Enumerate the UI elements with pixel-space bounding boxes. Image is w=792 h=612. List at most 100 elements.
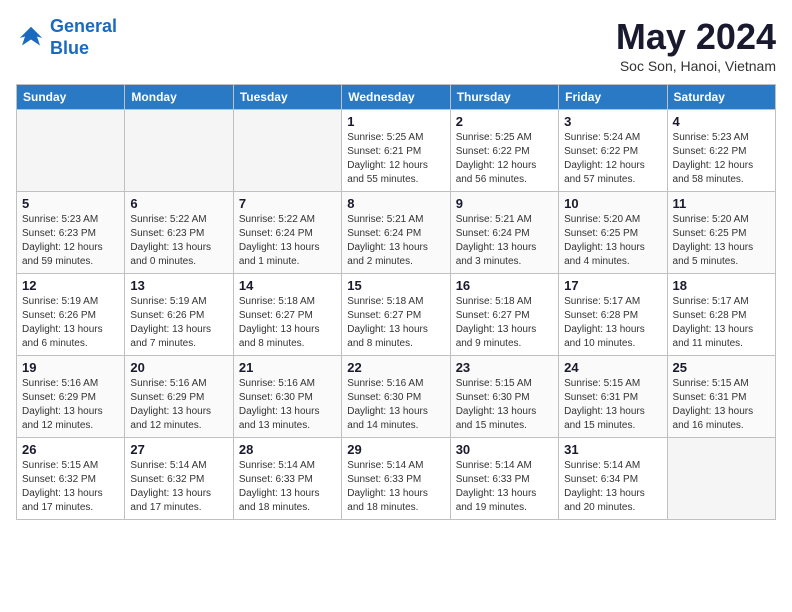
- day-info: Sunrise: 5:18 AMSunset: 6:27 PMDaylight:…: [239, 295, 336, 351]
- day-cell: [17, 110, 125, 192]
- day-cell: [233, 110, 341, 192]
- day-info: Sunrise: 5:14 AMSunset: 6:33 PMDaylight:…: [239, 459, 336, 515]
- day-cell: 15Sunrise: 5:18 AMSunset: 6:27 PMDayligh…: [342, 274, 450, 356]
- day-info: Sunrise: 5:23 AMSunset: 6:22 PMDaylight:…: [673, 131, 770, 187]
- main-title: May 2024: [616, 16, 776, 58]
- column-header-monday: Monday: [125, 85, 233, 110]
- day-info: Sunrise: 5:19 AMSunset: 6:26 PMDaylight:…: [130, 295, 227, 351]
- column-header-saturday: Saturday: [667, 85, 775, 110]
- day-info: Sunrise: 5:15 AMSunset: 6:31 PMDaylight:…: [564, 377, 661, 433]
- logo-line2: Blue: [50, 38, 89, 58]
- day-info: Sunrise: 5:14 AMSunset: 6:33 PMDaylight:…: [347, 459, 444, 515]
- day-cell: 2Sunrise: 5:25 AMSunset: 6:22 PMDaylight…: [450, 110, 558, 192]
- logo-icon: [16, 23, 46, 53]
- day-number: 25: [673, 360, 770, 375]
- day-cell: 20Sunrise: 5:16 AMSunset: 6:29 PMDayligh…: [125, 356, 233, 438]
- day-number: 31: [564, 442, 661, 457]
- header-row: SundayMondayTuesdayWednesdayThursdayFrid…: [17, 85, 776, 110]
- day-info: Sunrise: 5:14 AMSunset: 6:33 PMDaylight:…: [456, 459, 553, 515]
- day-info: Sunrise: 5:18 AMSunset: 6:27 PMDaylight:…: [456, 295, 553, 351]
- day-number: 3: [564, 114, 661, 129]
- column-header-friday: Friday: [559, 85, 667, 110]
- day-info: Sunrise: 5:25 AMSunset: 6:22 PMDaylight:…: [456, 131, 553, 187]
- calendar-table: SundayMondayTuesdayWednesdayThursdayFrid…: [16, 84, 776, 520]
- day-cell: 14 Sunrise: 5:18 AMSunset: 6:27 PMDayligh…: [233, 274, 341, 356]
- day-info: Sunrise: 5:23 AMSunset: 6:23 PMDaylight:…: [22, 213, 119, 269]
- day-info: Sunrise: 5:17 AMSunset: 6:28 PMDaylight:…: [673, 295, 770, 351]
- day-number: 27: [130, 442, 227, 457]
- day-cell: [667, 438, 775, 520]
- day-cell: 21 Sunrise: 5:16 AMSunset: 6:30 PMDayligh…: [233, 356, 341, 438]
- day-cell: 16 Sunrise: 5:18 AMSunset: 6:27 PMDayligh…: [450, 274, 558, 356]
- day-cell: 4 Sunrise: 5:23 AMSunset: 6:22 PMDaylight…: [667, 110, 775, 192]
- day-number: 20: [130, 360, 227, 375]
- day-cell: 8Sunrise: 5:21 AMSunset: 6:24 PMDaylight…: [342, 192, 450, 274]
- week-row-1: 1 Sunrise: 5:25 AMSunset: 6:21 PMDaylight…: [17, 110, 776, 192]
- day-cell: 7 Sunrise: 5:22 AMSunset: 6:24 PMDaylight…: [233, 192, 341, 274]
- day-number: 18: [673, 278, 770, 293]
- day-number: 1: [347, 114, 444, 129]
- day-number: 11: [673, 196, 770, 211]
- day-cell: 25Sunrise: 5:15 AMSunset: 6:31 PMDayligh…: [667, 356, 775, 438]
- day-number: 24: [564, 360, 661, 375]
- logo-text: General Blue: [50, 16, 117, 59]
- day-info: Sunrise: 5:16 AMSunset: 6:30 PMDaylight:…: [347, 377, 444, 433]
- week-row-2: 5Sunrise: 5:23 AMSunset: 6:23 PMDaylight…: [17, 192, 776, 274]
- page-header: General Blue May 2024 Soc Son, Hanoi, Vi…: [16, 16, 776, 74]
- day-number: 10: [564, 196, 661, 211]
- day-cell: 12 Sunrise: 5:19 AMSunset: 6:26 PMDayligh…: [17, 274, 125, 356]
- day-number: 19: [22, 360, 119, 375]
- day-number: 21: [239, 360, 336, 375]
- day-cell: 5Sunrise: 5:23 AMSunset: 6:23 PMDaylight…: [17, 192, 125, 274]
- day-number: 4: [673, 114, 770, 129]
- day-info: Sunrise: 5:21 AMSunset: 6:24 PMDaylight:…: [347, 213, 444, 269]
- day-number: 14: [239, 278, 336, 293]
- column-header-thursday: Thursday: [450, 85, 558, 110]
- day-info: Sunrise: 5:21 AMSunset: 6:24 PMDaylight:…: [456, 213, 553, 269]
- day-number: 26: [22, 442, 119, 457]
- day-info: Sunrise: 5:18 AMSunset: 6:27 PMDaylight:…: [347, 295, 444, 351]
- day-cell: 13 Sunrise: 5:19 AMSunset: 6:26 PMDayligh…: [125, 274, 233, 356]
- day-cell: 19Sunrise: 5:16 AMSunset: 6:29 PMDayligh…: [17, 356, 125, 438]
- day-number: 29: [347, 442, 444, 457]
- day-number: 9: [456, 196, 553, 211]
- column-header-tuesday: Tuesday: [233, 85, 341, 110]
- day-number: 12: [22, 278, 119, 293]
- day-cell: 26 Sunrise: 5:15 AMSunset: 6:32 PMDayligh…: [17, 438, 125, 520]
- day-number: 7: [239, 196, 336, 211]
- day-info: Sunrise: 5:20 AMSunset: 6:25 PMDaylight:…: [564, 213, 661, 269]
- day-cell: 17Sunrise: 5:17 AMSunset: 6:28 PMDayligh…: [559, 274, 667, 356]
- day-cell: 11Sunrise: 5:20 AMSunset: 6:25 PMDayligh…: [667, 192, 775, 274]
- day-number: 30: [456, 442, 553, 457]
- day-info: Sunrise: 5:15 AMSunset: 6:32 PMDaylight:…: [22, 459, 119, 515]
- day-number: 16: [456, 278, 553, 293]
- subtitle: Soc Son, Hanoi, Vietnam: [616, 58, 776, 74]
- day-cell: 29 Sunrise: 5:14 AMSunset: 6:33 PMDayligh…: [342, 438, 450, 520]
- day-info: Sunrise: 5:22 AMSunset: 6:23 PMDaylight:…: [130, 213, 227, 269]
- column-header-wednesday: Wednesday: [342, 85, 450, 110]
- day-cell: 6 Sunrise: 5:22 AMSunset: 6:23 PMDaylight…: [125, 192, 233, 274]
- week-row-3: 12 Sunrise: 5:19 AMSunset: 6:26 PMDayligh…: [17, 274, 776, 356]
- day-number: 28: [239, 442, 336, 457]
- day-number: 13: [130, 278, 227, 293]
- day-cell: 30 Sunrise: 5:14 AMSunset: 6:33 PMDayligh…: [450, 438, 558, 520]
- logo-line1: General: [50, 16, 117, 36]
- day-info: Sunrise: 5:14 AMSunset: 6:32 PMDaylight:…: [130, 459, 227, 515]
- title-area: May 2024 Soc Son, Hanoi, Vietnam: [616, 16, 776, 74]
- day-number: 22: [347, 360, 444, 375]
- day-info: Sunrise: 5:19 AMSunset: 6:26 PMDaylight:…: [22, 295, 119, 351]
- day-info: Sunrise: 5:16 AMSunset: 6:30 PMDaylight:…: [239, 377, 336, 433]
- day-number: 23: [456, 360, 553, 375]
- day-cell: 22 Sunrise: 5:16 AMSunset: 6:30 PMDayligh…: [342, 356, 450, 438]
- day-info: Sunrise: 5:25 AMSunset: 6:21 PMDaylight:…: [347, 131, 444, 187]
- day-info: Sunrise: 5:22 AMSunset: 6:24 PMDaylight:…: [239, 213, 336, 269]
- day-cell: 10 Sunrise: 5:20 AMSunset: 6:25 PMDayligh…: [559, 192, 667, 274]
- day-info: Sunrise: 5:15 AMSunset: 6:30 PMDaylight:…: [456, 377, 553, 433]
- week-row-4: 19Sunrise: 5:16 AMSunset: 6:29 PMDayligh…: [17, 356, 776, 438]
- day-cell: 1 Sunrise: 5:25 AMSunset: 6:21 PMDaylight…: [342, 110, 450, 192]
- day-info: Sunrise: 5:17 AMSunset: 6:28 PMDaylight:…: [564, 295, 661, 351]
- day-cell: 27 Sunrise: 5:14 AMSunset: 6:32 PMDayligh…: [125, 438, 233, 520]
- week-row-5: 26 Sunrise: 5:15 AMSunset: 6:32 PMDayligh…: [17, 438, 776, 520]
- day-number: 6: [130, 196, 227, 211]
- day-cell: 28 Sunrise: 5:14 AMSunset: 6:33 PMDayligh…: [233, 438, 341, 520]
